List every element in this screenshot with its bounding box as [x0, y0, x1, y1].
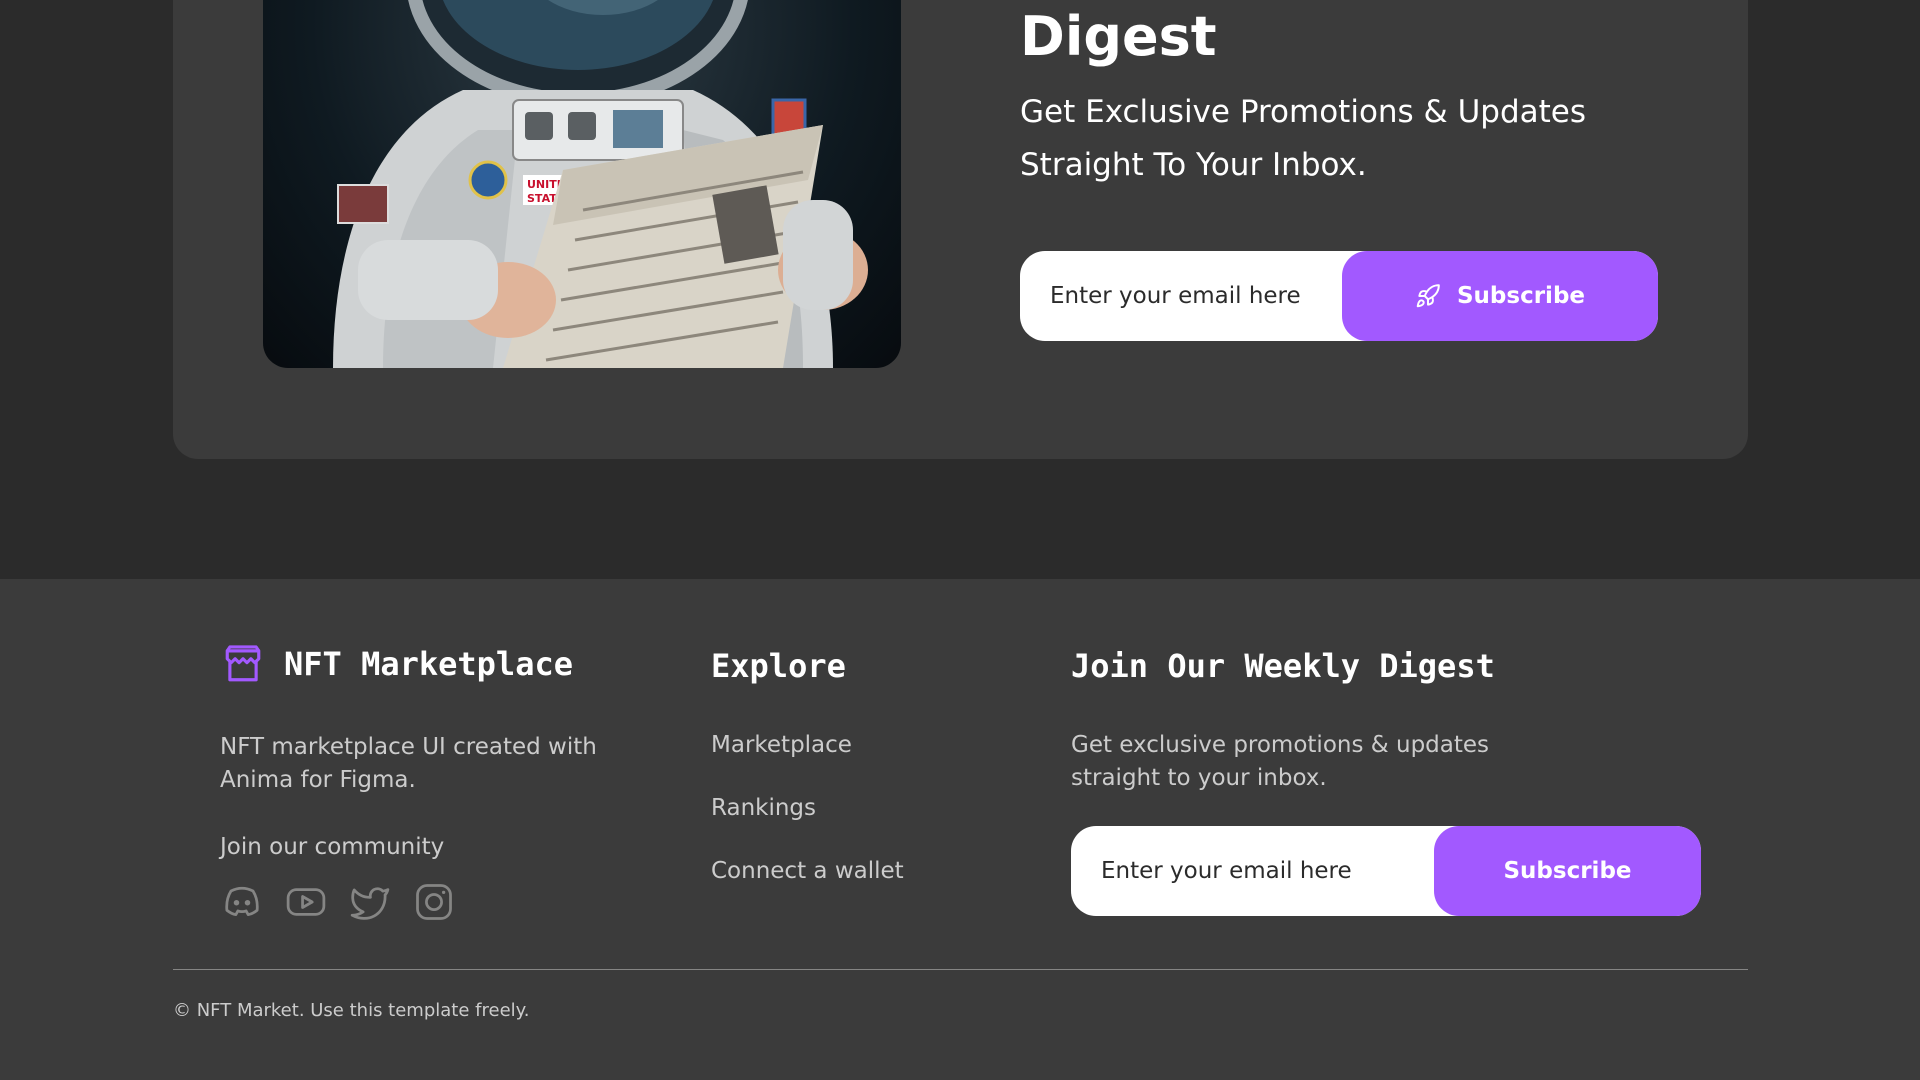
copyright-text: © NFT Market. Use this template freely.: [173, 1000, 530, 1021]
astronaut-reading-newspaper-illustration: UNITED STATES: [333, 0, 868, 368]
discord-icon[interactable]: [220, 880, 264, 924]
rocket-icon: [1416, 284, 1440, 308]
astronaut-image: UNITED STATES: [263, 0, 901, 368]
newsletter-title: Digest: [1020, 5, 1217, 68]
twitter-icon[interactable]: [348, 880, 392, 924]
storefront-icon: [225, 645, 261, 682]
footer-subscribe-button[interactable]: Subscribe: [1434, 826, 1701, 916]
footer-email-input[interactable]: [1071, 826, 1431, 916]
instagram-icon[interactable]: [412, 880, 456, 924]
footer-divider: [173, 969, 1748, 970]
brand-name: NFT Marketplace: [284, 645, 573, 683]
youtube-icon[interactable]: [284, 880, 328, 924]
newsletter-subscribe-label: Subscribe: [1456, 283, 1586, 309]
community-label: Join our community: [220, 834, 445, 860]
newsletter-subtitle: Get Exclusive Promotions & Updates Strai…: [1020, 94, 1587, 183]
join-digest-heading: Join Our Weekly Digest: [1071, 647, 1495, 685]
explore-link-connect-wallet[interactable]: Connect a wallet: [711, 855, 904, 888]
footer-subscribe-form: Subscribe: [1071, 826, 1701, 916]
explore-heading: Explore: [711, 647, 846, 685]
join-digest-description: Get exclusive promotions & updates strai…: [1071, 732, 1490, 791]
newsletter-section: UNITED STATES Digest Get Exclusive Promo…: [0, 0, 1920, 579]
explore-link-marketplace[interactable]: Marketplace: [711, 729, 904, 762]
newsletter-email-input[interactable]: [1020, 251, 1360, 341]
social-links: [220, 880, 456, 924]
brand-description: NFT marketplace UI created with Anima fo…: [220, 734, 597, 793]
newsletter-form: Subscribe: [1020, 251, 1658, 341]
footer-brand[interactable]: NFT Marketplace: [222, 643, 573, 685]
explore-link-rankings[interactable]: Rankings: [711, 792, 904, 825]
footer: NFT Marketplace NFT marketplace UI creat…: [0, 579, 1920, 1080]
explore-links: Marketplace Rankings Connect a wallet: [711, 729, 904, 918]
newsletter-subscribe-button[interactable]: Subscribe: [1342, 251, 1658, 341]
